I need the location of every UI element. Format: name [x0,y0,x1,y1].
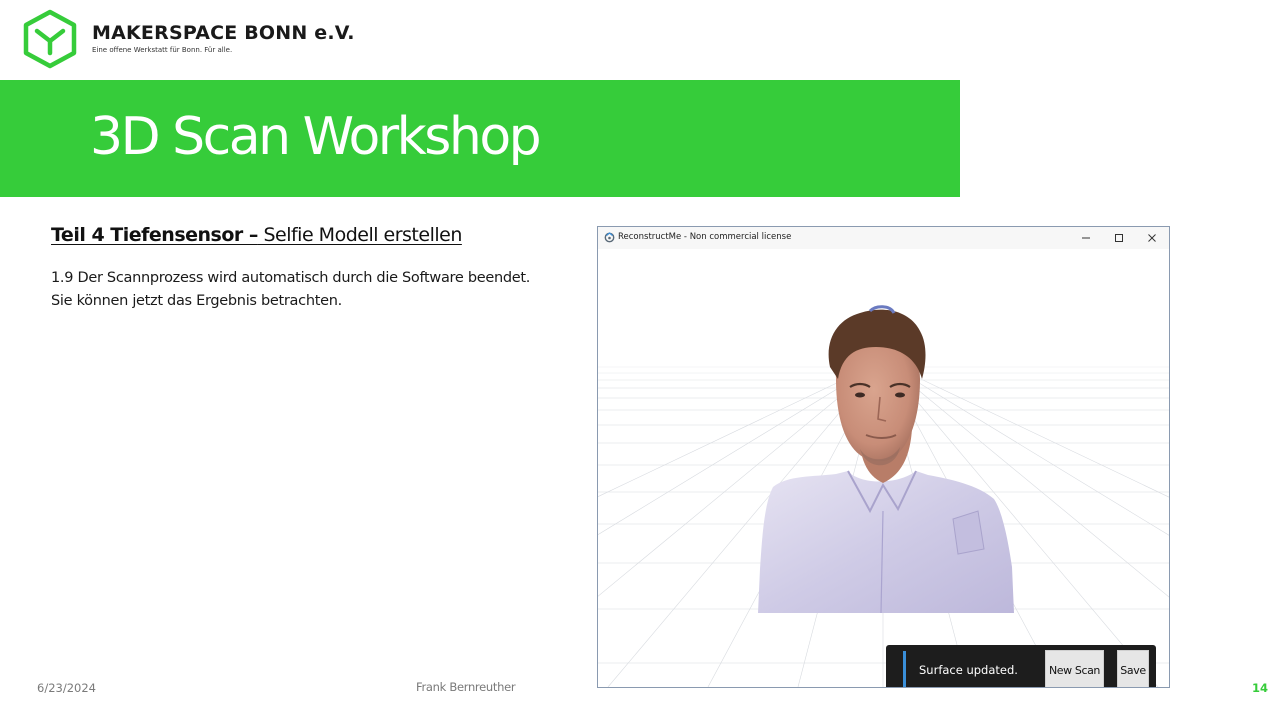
page-number: 14 [1252,681,1269,695]
new-scan-button[interactable]: New Scan [1045,650,1104,687]
minimize-icon [1082,237,1090,239]
body-line-1: 1.9 Der Scannprozess wird automatisch du… [51,270,531,286]
window-titlebar[interactable]: ReconstructMe - Non commercial license [598,227,1169,249]
section-heading-bold: Teil 4 Tiefensensor – [51,224,258,246]
brand-name: MAKERSPACE BONN e.V. [92,22,355,44]
toast-message: Surface updated. [919,663,1018,677]
brand-tagline: Eine offene Werkstatt für Bonn. Für alle… [92,46,233,54]
scan-scene [598,305,1169,687]
footer-author: Frank Bernreuther [416,680,516,694]
maximize-icon [1115,234,1123,242]
footer-date: 6/23/2024 [37,681,96,695]
3d-viewport[interactable]: Surface updated. New Scan Save [598,249,1169,687]
body-line-2: Sie können jetzt das Ergebnis betrachten… [51,293,342,309]
hexagon-m-logo-icon [23,9,77,69]
toast-accent-bar [903,651,906,687]
maximize-button[interactable] [1102,227,1136,249]
close-icon [1148,234,1156,242]
status-toast: Surface updated. New Scan Save [886,645,1156,687]
minimize-button[interactable] [1069,227,1103,249]
reconstructme-app-icon [604,232,615,243]
reconstructme-window: ReconstructMe - Non commercial license S… [597,226,1170,688]
window-title: ReconstructMe - Non commercial license [618,232,792,242]
close-button[interactable] [1135,227,1169,249]
slide: MAKERSPACE BONN e.V. Eine offene Werksta… [0,0,1280,720]
body-text: 1.9 Der Scannprozess wird automatisch du… [51,267,591,313]
save-button[interactable]: Save [1117,650,1149,687]
section-heading-rest: Selfie Modell erstellen [257,224,462,246]
section-heading: Teil 4 Tiefensensor – Selfie Modell erst… [51,224,462,246]
slide-title: 3D Scan Workshop [90,107,542,167]
